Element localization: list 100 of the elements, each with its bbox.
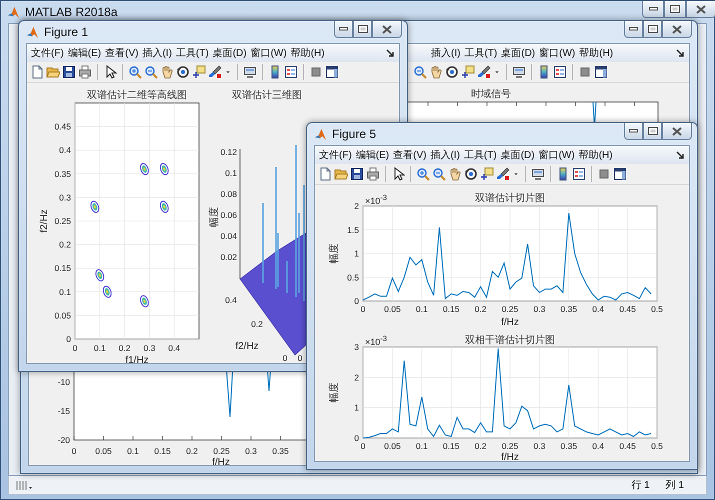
tick-label: 3	[354, 342, 359, 352]
tick-label: 0.05	[384, 304, 401, 314]
zoom-in-icon[interactable]	[128, 65, 142, 79]
menu-item[interactable]: 桌面(D)	[210, 46, 249, 60]
minimize-button[interactable]	[624, 21, 643, 38]
grip-icon[interactable]	[15, 479, 33, 491]
zoom-out-icon[interactable]	[144, 65, 158, 79]
contour-peak	[160, 200, 169, 213]
menu-item[interactable]: 窗口(W)	[248, 46, 289, 60]
tick-label: 0	[354, 296, 359, 306]
tick-label: 0.15	[154, 446, 171, 456]
window-icon[interactable]	[613, 167, 627, 181]
maximize-button[interactable]	[664, 1, 686, 18]
tick-label: 0	[360, 304, 366, 314]
zoom-out-icon[interactable]	[432, 167, 446, 181]
menu-item[interactable]: 帮助(H)	[576, 148, 615, 162]
menu-item[interactable]: 桌面(D)	[499, 46, 538, 60]
menu-item[interactable]: 编辑(E)	[66, 46, 104, 60]
rotate-icon[interactable]	[445, 65, 459, 79]
dock-arrow-icon[interactable]	[676, 150, 685, 160]
window-icon[interactable]	[325, 65, 339, 79]
tick-label: 0.02	[220, 252, 237, 262]
maximize-button[interactable]	[643, 123, 662, 140]
menu-item[interactable]: 工具(T)	[462, 148, 499, 162]
print-icon[interactable]	[78, 65, 92, 79]
close-icon	[672, 24, 682, 34]
brush-icon[interactable]	[477, 65, 491, 79]
window-icon[interactable]	[594, 65, 608, 79]
minimize-button[interactable]	[334, 21, 353, 38]
menu-item[interactable]: 编辑(E)	[354, 148, 392, 162]
data-cursor-icon[interactable]	[480, 167, 494, 181]
tick-label: 0.35	[560, 304, 578, 314]
square-icon[interactable]	[578, 65, 592, 79]
tick-label: 0.15	[442, 441, 460, 451]
minimize-icon	[339, 27, 348, 31]
minimize-button[interactable]	[624, 123, 643, 140]
maximize-button[interactable]	[353, 21, 372, 38]
menu-item[interactable]: 窗口(W)	[537, 46, 578, 60]
square-icon[interactable]	[309, 65, 323, 79]
data-cursor-icon[interactable]	[461, 65, 475, 79]
print-icon[interactable]	[366, 167, 380, 181]
tick-label: 1	[354, 402, 359, 413]
menu-item[interactable]: 查看(V)	[103, 46, 140, 60]
zoom-in-icon[interactable]	[416, 167, 430, 181]
tick-label: 0.25	[502, 441, 518, 451]
menu-item[interactable]: 帮助(H)	[577, 46, 616, 60]
tick-label: 0.04	[220, 231, 237, 241]
tick-label: 0.3	[533, 304, 546, 314]
close-button[interactable]	[662, 21, 692, 38]
legend-icon[interactable]	[284, 65, 298, 79]
hand-icon[interactable]	[160, 65, 174, 79]
zoom-out-icon[interactable]	[413, 65, 427, 79]
save-icon[interactable]	[350, 167, 364, 181]
rotate-icon[interactable]	[176, 65, 190, 79]
tick-label: 0.5	[651, 441, 663, 451]
chart-title: 双相干谱估计切片图	[465, 335, 555, 346]
data-cursor-icon[interactable]	[192, 65, 206, 79]
axis-label: 幅度	[209, 207, 220, 227]
menu-item[interactable]: 文件(F)	[29, 46, 66, 60]
close-button[interactable]	[686, 1, 715, 18]
tick-label: 0.35	[560, 441, 578, 451]
hand-icon[interactable]	[448, 167, 462, 181]
menu-item[interactable]: 帮助(H)	[288, 46, 327, 60]
axis-exponent: ×10$^{-3}$	[365, 194, 387, 206]
dock-arrow-icon[interactable]	[676, 48, 685, 58]
tick-label: 0.3	[143, 343, 156, 353]
dock-arrow-icon[interactable]	[386, 48, 395, 58]
menu-item[interactable]: 插入(I)	[428, 148, 462, 162]
hand-icon[interactable]	[429, 65, 443, 79]
close-icon	[382, 24, 392, 34]
menu-item[interactable]: 插入(I)	[429, 46, 462, 60]
tick-label: 0.1	[94, 343, 106, 353]
close-button[interactable]	[662, 123, 692, 140]
minimize-button[interactable]	[642, 1, 664, 18]
brush-icon[interactable]	[496, 167, 510, 181]
menu-item[interactable]: 桌面(D)	[498, 148, 537, 162]
square-icon[interactable]	[597, 167, 611, 181]
monitor-icon[interactable]	[512, 65, 526, 79]
tick-label: 0.45	[619, 304, 636, 314]
tick-label: 0.5	[347, 272, 359, 282]
menu-item[interactable]: 查看(V)	[391, 148, 428, 162]
maximize-button[interactable]	[643, 21, 662, 38]
monitor-icon[interactable]	[531, 167, 545, 181]
menu-item[interactable]: 窗口(W)	[536, 148, 577, 162]
rotate-icon[interactable]	[464, 167, 478, 181]
brush-icon[interactable]	[208, 65, 222, 79]
save-icon[interactable]	[62, 65, 76, 79]
menu-item[interactable]: 工具(T)	[174, 46, 211, 60]
menu-item[interactable]: 文件(F)	[317, 148, 354, 162]
close-button[interactable]	[372, 21, 402, 38]
legend-icon[interactable]	[553, 65, 567, 79]
monitor-icon[interactable]	[243, 65, 257, 79]
menu-item[interactable]: 插入(I)	[140, 46, 174, 60]
new-file-icon[interactable]	[318, 167, 332, 181]
window-title: Figure 5	[332, 127, 376, 141]
tick-label: 0	[298, 353, 302, 363]
new-file-icon[interactable]	[30, 65, 44, 79]
menu-item[interactable]: 工具(T)	[462, 46, 500, 60]
legend-icon[interactable]	[572, 167, 586, 181]
minimize-icon	[648, 7, 658, 11]
